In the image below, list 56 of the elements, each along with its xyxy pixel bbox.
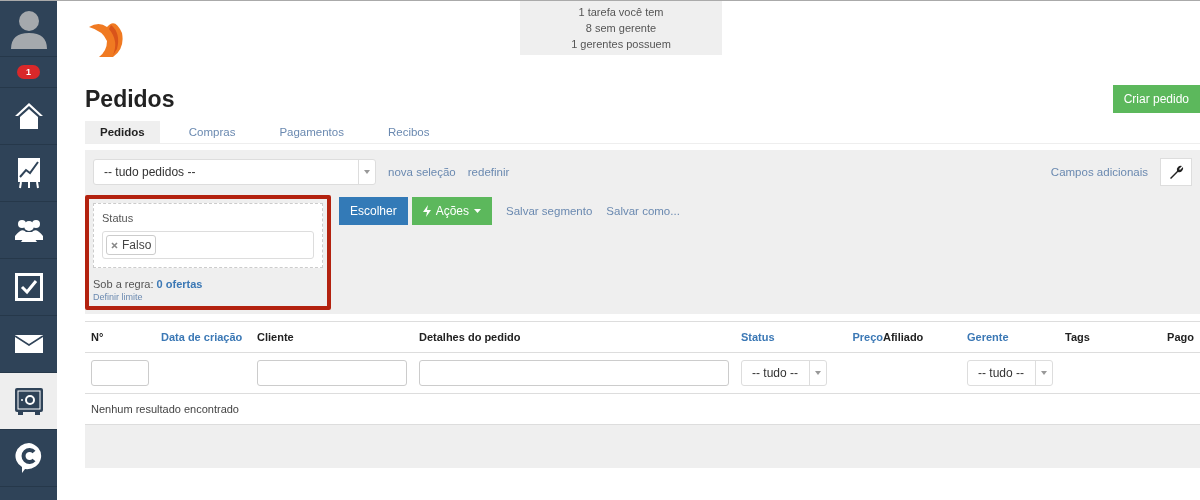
- tab[interactable]: Pagamentos: [264, 121, 359, 143]
- checkbox-icon: [14, 273, 43, 301]
- people-icon: [13, 218, 44, 242]
- summary-text: 8 sem gerente: [584, 21, 658, 36]
- column-header: N°: [91, 331, 105, 343]
- tab[interactable]: Recibos: [372, 121, 445, 143]
- column-header: Pago: [1166, 331, 1194, 343]
- create-order-button[interactable]: Criar pedido: [1112, 85, 1200, 113]
- tab[interactable]: Pedidos: [85, 121, 160, 143]
- filter-select[interactable]: -- tudo --: [741, 360, 827, 386]
- column-header: Tags: [1065, 331, 1091, 343]
- column-header[interactable]: Preço: [835, 331, 883, 343]
- tag-text: Falso: [122, 238, 152, 252]
- caret-icon: [364, 170, 370, 174]
- status-tag-field[interactable]: Falso: [102, 231, 314, 259]
- toolbar-link[interactable]: nova seleção: [388, 166, 456, 178]
- rule-count-text: Sob a regra: 0 ofertas: [93, 278, 204, 290]
- column-header: Cliente: [257, 331, 295, 343]
- sidebar-item[interactable]: [0, 373, 57, 430]
- column-header[interactable]: Status: [741, 331, 835, 343]
- filter-input[interactable]: [257, 360, 407, 386]
- filter-select[interactable]: -- tudo --: [967, 360, 1053, 386]
- actions-button[interactable]: Ações: [411, 197, 493, 225]
- summary-text: 1 tarefa você tem: [577, 5, 665, 20]
- segment-select[interactable]: -- tudo pedidos --: [93, 159, 376, 185]
- save-link[interactable]: Salvar como...: [606, 205, 680, 217]
- toolbar-link[interactable]: redefinir: [467, 166, 510, 178]
- additional-fields-link[interactable]: Campos adicionais: [1050, 166, 1148, 178]
- column-header[interactable]: Data de criação: [161, 331, 257, 343]
- column-header[interactable]: Gerente: [967, 331, 1065, 343]
- notification-badge[interactable]: 1: [17, 65, 40, 79]
- save-link[interactable]: Salvar segmento: [506, 205, 593, 217]
- column-header: Detalhes do pedido: [419, 331, 522, 343]
- avatar-icon[interactable]: [8, 8, 49, 49]
- remove-icon[interactable]: [111, 241, 118, 249]
- set-limit-link[interactable]: Definir limite: [93, 292, 323, 302]
- summary-text: 1 gerentes possuem: [570, 37, 672, 52]
- caret-icon: [1041, 371, 1047, 375]
- filter-input[interactable]: [91, 360, 149, 386]
- chat-icon: [13, 442, 44, 474]
- settings-button[interactable]: [1160, 158, 1192, 186]
- tab[interactable]: Compras: [173, 121, 251, 143]
- caret-icon: [474, 209, 482, 213]
- caret-icon: [815, 371, 821, 375]
- home-icon: [13, 102, 44, 130]
- column-header: Afiliado: [883, 331, 925, 343]
- mail-icon: [14, 335, 43, 353]
- lightning-icon: [422, 205, 431, 217]
- chart-icon: [16, 157, 41, 189]
- page-title: Pedidos: [85, 85, 175, 113]
- wrench-icon: [1168, 164, 1184, 180]
- safe-icon: [13, 387, 44, 415]
- filter-input[interactable]: [419, 360, 729, 386]
- empty-message: Nenhum resultado encontrado: [91, 403, 239, 415]
- filter-label: Status: [102, 212, 135, 224]
- choose-button[interactable]: Escolher: [339, 197, 408, 225]
